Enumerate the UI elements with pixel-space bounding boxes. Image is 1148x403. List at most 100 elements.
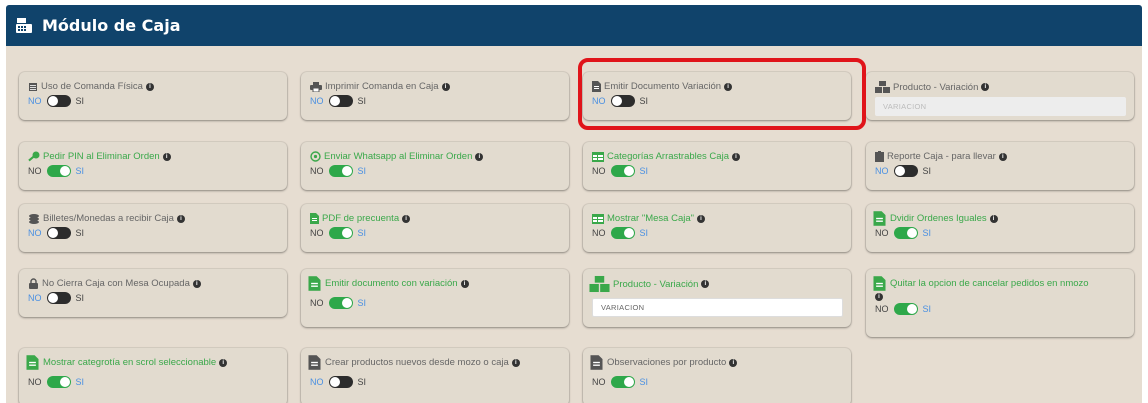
toggle-knob [623,166,634,176]
setting-card-crear-productos-nuevos-desde-mozo-o-caja: Crear productos nuevos desde mozo o caja… [301,348,569,403]
toggle-switch[interactable] [893,227,918,239]
setting-label: Producto - Variación i [875,81,1126,93]
info-icon[interactable]: i [219,358,228,367]
toggle-knob [59,166,70,176]
table-icon [592,213,604,224]
toggle-switch[interactable] [893,303,918,315]
lock-icon [28,278,39,289]
info-icon[interactable]: i [176,214,185,223]
toggle-switch[interactable] [893,165,918,177]
toggle-si-label: SI [75,166,85,176]
info-icon[interactable]: i [697,214,705,223]
setting-card-imprimir-comanda-en-caja: Imprimir Comanda en Caja i NO SI [301,72,569,120]
setting-card-billetes-monedas-a-recibir-caja: Billetes/Monedas a recibir Caja i NO SI [19,204,287,252]
document-icon [873,211,886,226]
toggle-row: NO SI [28,376,279,388]
info-icon[interactable]: i [475,152,484,161]
toggle-row: NO SI [592,165,843,177]
toggle-si-label: SI [922,304,932,314]
setting-label-text: Enviar Whatsapp al Eliminar Orden [324,151,473,162]
info-icon[interactable]: i [441,82,450,91]
toggle-switch[interactable] [46,376,71,388]
info-icon[interactable]: i [875,293,883,301]
info-icon[interactable]: i [402,214,411,223]
document-icon [310,213,319,224]
toggle-si-label: SI [357,298,367,308]
boxes-icon [875,81,890,93]
toggle-si-label: SI [357,96,367,106]
info-icon[interactable]: i [511,358,520,367]
setting-card-quitar-la-opcion-de-cancelar-pedidos-en-nmozo: Quitar la opcion de cancelar pedidos en … [866,269,1134,337]
variation-input[interactable]: VARIACION [592,298,843,317]
module-header: Módulo de Caja [6,5,1142,46]
toggle-no-label: NO [310,377,324,387]
info-icon[interactable]: i [192,279,201,288]
info-icon[interactable]: i [998,152,1007,161]
toggle-no-label: NO [28,166,42,176]
toggle-switch[interactable] [46,227,71,239]
toggle-row: NO SI [875,303,1126,315]
toggle-knob [329,377,340,387]
setting-card-dvidir-ordenes-iguales: Dvidir Ordenes Iguales i NO SI [866,204,1134,252]
setting-label-text: Quitar la opcion de cancelar pedidos en … [890,278,1089,289]
setting-label-text: Billetes/Monedas a recibir Caja [43,213,174,224]
setting-label: Emitir documento con variación i [308,276,561,291]
toggle-si-label: SI [357,228,367,238]
toggle-row: NO SI [592,376,843,388]
toggle-switch[interactable] [46,95,71,107]
printer-icon [310,81,322,92]
setting-card-mostrar-categrotia-en-scrol-seleccionable: Mostrar categrotía en scrol seleccionabl… [19,348,287,403]
info-icon[interactable]: i [460,279,469,288]
toggle-knob [341,298,352,308]
setting-card-no-cierra-caja-con-mesa-ocupada: No Cierra Caja con Mesa Ocupada i NO SI [19,269,287,317]
setting-label: Producto - Variación i [589,275,843,293]
info-icon[interactable]: i [731,152,740,161]
setting-label: Imprimir Comanda en Caja i [310,81,561,92]
setting-label: Uso de Comanda Física i [28,81,279,92]
toggle-switch[interactable] [610,165,635,177]
coins-icon [28,213,40,224]
toggle-switch[interactable] [328,297,353,309]
toggle-knob [47,293,58,303]
toggle-switch[interactable] [46,165,71,177]
toggle-switch[interactable] [328,165,353,177]
toggle-switch[interactable] [328,95,353,107]
toggle-switch[interactable] [46,292,71,304]
setting-label: Categorías Arrastrables Caja i [592,151,843,162]
info-icon[interactable]: i [981,83,990,91]
toggle-switch[interactable] [610,227,635,239]
info-icon[interactable]: i [989,214,998,223]
toggle-si-label: SI [639,166,649,176]
setting-label-text: Pedir PIN al Eliminar Orden [43,151,160,162]
setting-label-text: Reporte Caja - para llevar [887,151,996,162]
toggle-switch[interactable] [610,376,635,388]
toggle-no-label: NO [28,293,42,303]
toggle-no-label: NO [28,377,42,387]
info-icon[interactable]: i [162,152,171,161]
toggle-knob [47,228,58,238]
setting-label-text: PDF de precuenta [322,213,400,224]
page-title: Módulo de Caja [42,16,181,35]
toggle-no-label: NO [310,166,324,176]
toggle-switch[interactable] [328,376,353,388]
info-icon[interactable]: i [145,82,154,91]
setting-label-text: Imprimir Comanda en Caja [325,81,439,92]
toggle-knob [894,166,905,176]
info-icon[interactable]: i [701,280,710,288]
setting-card-enviar-whatsapp-al-eliminar-orden: Enviar Whatsapp al Eliminar Orden i NO SI [301,142,569,190]
toggle-row: NO SI [310,95,561,107]
setting-label-text: Dvidir Ordenes Iguales [890,213,987,224]
toggle-knob [341,166,352,176]
toggle-switch[interactable] [328,227,353,239]
info-icon[interactable]: i [729,358,738,367]
setting-label: Billetes/Monedas a recibir Caja i [28,213,279,224]
toggle-row: NO SI [592,227,843,239]
toggle-no-label: NO [875,228,889,238]
setting-label: Pedir PIN al Eliminar Orden i [28,151,279,162]
setting-card-pedir-pin-al-eliminar-orden: Pedir PIN al Eliminar Orden i NO SI [19,142,287,190]
toggle-row: NO SI [310,376,561,388]
setting-label-text: Producto - Variación [613,278,699,290]
toggle-knob [623,377,634,387]
toggle-si-label: SI [75,377,85,387]
toggle-knob [906,228,917,238]
